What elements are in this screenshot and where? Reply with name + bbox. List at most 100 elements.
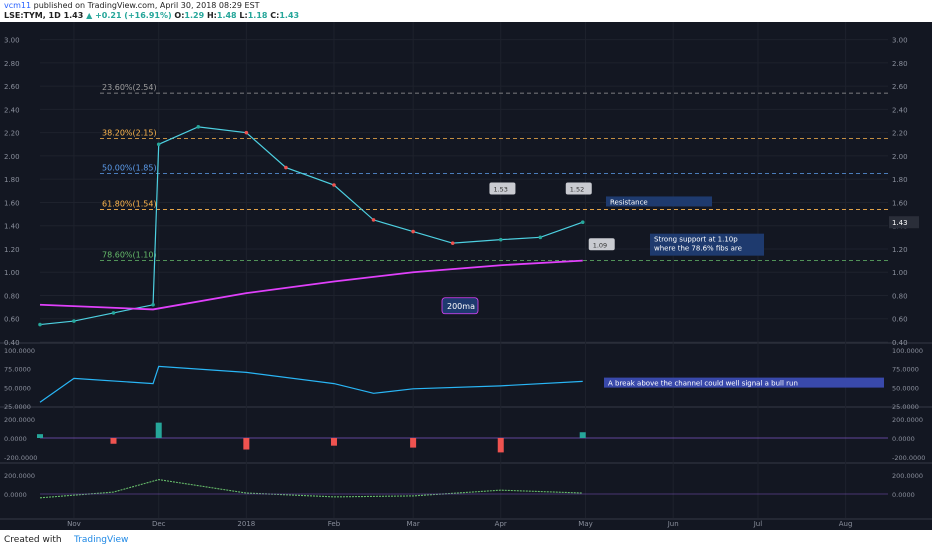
- x-tick-label: Dec: [152, 520, 166, 528]
- y-tick-label-right: 2.40: [892, 106, 908, 114]
- fib-level-label: 23.60%(2.54): [102, 83, 157, 92]
- high-value: 1.48: [216, 11, 237, 20]
- x-tick-label: Jun: [667, 520, 679, 528]
- price-callout-label: 1.52: [570, 185, 584, 193]
- price-point: [151, 302, 155, 307]
- price-point: [284, 165, 288, 170]
- osc2-bar: [497, 438, 504, 453]
- osc1-y-tick-right: 25.0000: [892, 403, 919, 411]
- osc2-bar: [155, 422, 162, 438]
- osc1-y-tick-right: 50.0000: [892, 384, 919, 392]
- price-point: [411, 229, 415, 234]
- y-tick-label-left: 3.00: [4, 37, 20, 45]
- x-tick-label: May: [578, 520, 592, 528]
- price-point: [196, 125, 201, 129]
- close-value: 1.43: [279, 11, 300, 20]
- osc2-bar: [37, 434, 43, 438]
- tradingview-logo[interactable]: TradingView: [74, 535, 128, 545]
- low-label: L:: [239, 11, 248, 20]
- price-point: [580, 220, 585, 225]
- osc1-y-tick-right: 100.0000: [892, 347, 923, 355]
- y-tick-label-right: 2.00: [892, 153, 908, 161]
- chart-canvas[interactable]: Nov Dec 2018 Feb Mar Apr May Jun Jul Aug 3.00 3.00 2…: [0, 22, 932, 530]
- price-point: [371, 218, 376, 222]
- osc2-bar: [110, 438, 117, 444]
- y-tick-label-right: 2.20: [892, 130, 908, 138]
- y-tick-label-right: 2.80: [892, 60, 908, 68]
- last-price: 1.43: [63, 11, 84, 20]
- x-tick-label: Mar: [407, 520, 420, 528]
- osc2-bar: [579, 432, 586, 438]
- y-tick-label-right: 0.40: [892, 339, 908, 347]
- created-with-label: Created with: [4, 535, 62, 545]
- osc1-y-tick-right: 75.0000: [892, 366, 919, 374]
- support-label: where the 78.6% fibs are: [654, 245, 742, 253]
- osc1-y-tick-left: 25.0000: [4, 403, 31, 411]
- y-tick-label-left: 2.20: [4, 130, 20, 138]
- osc2-bar: [410, 438, 417, 448]
- x-tick-label: Jul: [753, 520, 763, 528]
- y-tick-label-right: 1.80: [892, 176, 908, 184]
- open-label: O:: [174, 11, 185, 20]
- fib-level-label: 61.80%(1.54): [102, 199, 157, 208]
- osc3-y-tick-left: 200.0000: [4, 472, 35, 480]
- chart-background: [0, 22, 932, 530]
- osc1-y-tick-left: 100.0000: [4, 347, 35, 355]
- publish-header: vcm11 published on TradingView.com, Apri…: [0, 0, 932, 22]
- y-tick-label-left: 0.80: [4, 292, 20, 300]
- open-value: 1.29: [184, 11, 205, 20]
- osc1-y-tick-left: 50.0000: [4, 384, 31, 392]
- price-point: [450, 241, 455, 245]
- symbol-label: LSE:TYM, 1D: [4, 11, 61, 20]
- price-point: [111, 311, 116, 315]
- last-price-tag-label: 1.43: [892, 219, 908, 227]
- high-label: H:: [206, 11, 217, 20]
- y-tick-label-left: 1.80: [4, 176, 20, 184]
- osc2-y-tick-right: 200.0000: [892, 416, 923, 424]
- y-tick-label-right: 1.00: [892, 269, 908, 277]
- close-label: C:: [270, 11, 280, 20]
- osc2-y-tick-right: -200.0000: [892, 454, 925, 462]
- y-tick-label-right: 0.80: [892, 292, 908, 300]
- y-tick-label-left: 1.60: [4, 199, 20, 207]
- price-point: [332, 183, 336, 187]
- price-point: [498, 237, 503, 242]
- y-tick-label-left: 1.20: [4, 246, 20, 254]
- x-tick-label: Nov: [67, 520, 81, 528]
- osc1-y-tick-left: 75.0000: [4, 366, 31, 374]
- osc3-y-tick-right: 0.0000: [892, 491, 915, 499]
- x-tick-label: Apr: [495, 520, 507, 528]
- publisher-name[interactable]: vcm11: [4, 1, 31, 10]
- osc2-y-tick-left: 0.0000: [4, 435, 27, 443]
- osc2-bar: [243, 438, 250, 450]
- osc2-bar: [330, 438, 337, 446]
- symbol-ohlc-line: LSE:TYM, 1D 1.43 ▲ +0.21 (+16.91%) O:1.2…: [4, 11, 299, 20]
- y-tick-label-right: 1.20: [892, 246, 908, 254]
- low-value: 1.18: [247, 11, 268, 20]
- published-text: published on TradingView.com, April 30, …: [33, 1, 260, 10]
- y-tick-label-right: 1.60: [892, 199, 908, 207]
- y-tick-label-left: 1.40: [4, 223, 20, 231]
- y-tick-label-left: 2.60: [4, 83, 20, 91]
- price-callout-label: 1.09: [593, 241, 607, 249]
- y-tick-label-right: 0.60: [892, 316, 908, 324]
- x-tick-label: Feb: [328, 520, 341, 528]
- fib-level-label: 50.00%(1.85): [102, 163, 157, 172]
- y-tick-label-left: 2.80: [4, 60, 20, 68]
- price-change: +0.21 (+16.91%): [95, 11, 172, 20]
- support-label: Strong support at 1.10p: [654, 236, 738, 244]
- price-point: [538, 235, 543, 240]
- y-tick-label-right: 3.00: [892, 37, 908, 45]
- y-tick-label-left: 2.00: [4, 153, 20, 161]
- y-tick-label-left: 2.40: [4, 106, 20, 114]
- fib-level-label: 78.60%(1.10): [102, 251, 157, 260]
- osc1-annotation: A break above the channel could well sig…: [608, 380, 798, 388]
- y-tick-label-right: 2.60: [892, 83, 908, 91]
- footer: Created with TradingView: [0, 530, 932, 550]
- price-point: [72, 319, 76, 323]
- price-point: [156, 142, 161, 147]
- fib-level-label: 38.20%(2.15): [102, 128, 157, 137]
- osc2-y-tick-left: -200.0000: [4, 454, 37, 462]
- osc2-y-tick-left: 200.0000: [4, 416, 35, 424]
- price-point: [38, 322, 42, 327]
